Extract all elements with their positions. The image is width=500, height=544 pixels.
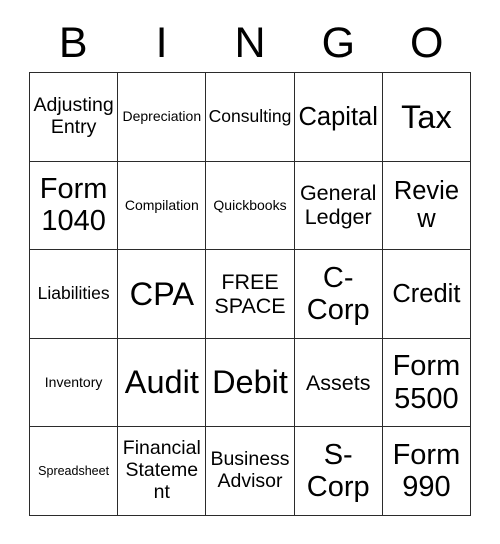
bingo-cell-label: General Ledger (299, 181, 377, 230)
bingo-cell[interactable]: S- Corp (294, 427, 383, 516)
bingo-cell[interactable]: Form 990 (382, 427, 472, 516)
bingo-cell-free-space[interactable]: FREE SPACE (206, 250, 295, 339)
bingo-row: Inventory Audit Debit Assets Form 5500 (30, 338, 472, 428)
bingo-cell[interactable]: Depreciation (118, 73, 207, 162)
bingo-header-row: BINGO (29, 14, 471, 72)
bingo-cell[interactable]: Audit (118, 338, 207, 428)
bingo-cell[interactable]: C- Corp (294, 250, 383, 339)
bingo-cell-label: Capital (298, 102, 378, 131)
bingo-cell-label: Form 5500 (392, 350, 461, 415)
bingo-column-letter-i: I (155, 18, 168, 67)
bingo-cell[interactable]: General Ledger (294, 161, 383, 251)
bingo-cell-label: CPA (129, 275, 195, 312)
bingo-cell[interactable]: Tax (382, 73, 472, 162)
bingo-cell-label: Form 990 (392, 438, 461, 504)
bingo-cell-label: FREE SPACE (214, 269, 286, 318)
bingo-cell[interactable]: Compilation (118, 161, 207, 251)
bingo-cell[interactable]: Quickbooks (206, 161, 295, 251)
bingo-cell-label: Review (393, 176, 460, 234)
bingo-row: Spreadsheet Financial Statement Business A… (30, 427, 472, 516)
bingo-cell[interactable]: Adjusting Entry (30, 73, 119, 162)
bingo-cell[interactable]: Business Advisor (206, 427, 295, 516)
bingo-cell-label: Consulting (208, 106, 292, 126)
bingo-cell-label: Business Advisor (210, 448, 290, 493)
bingo-cell[interactable]: Review (382, 161, 472, 251)
bingo-cell[interactable]: Spreadsheet (30, 427, 119, 516)
bingo-cell[interactable]: Financial Statement (118, 427, 207, 516)
bingo-cell-label: Depreciation (122, 107, 202, 124)
bingo-cell[interactable]: Credit (382, 250, 472, 339)
bingo-card: B I N G O Adjusting Entry Depreciation Consult… (29, 14, 472, 516)
bingo-column-letter-n: N (234, 18, 266, 67)
bingo-cell-label: Spreadsheet (38, 464, 110, 479)
bingo-cell-label: Audit (124, 364, 199, 401)
bingo-cell[interactable]: Form 1040 (30, 161, 119, 251)
bingo-cell-label: Quickbooks (213, 196, 287, 213)
bingo-cell-label: Form 1040 (39, 172, 108, 238)
bingo-cell-label: Tax (401, 98, 452, 135)
bingo-row: Liabilities CPA FREE SPACE C- Corp Credit (30, 250, 472, 339)
bingo-cell[interactable]: Form 5500 (382, 338, 472, 428)
bingo-cell-label: Financial Statement (122, 437, 201, 504)
bingo-column-letter-g: G (321, 18, 356, 67)
bingo-column-letter-b: B (58, 18, 88, 67)
bingo-cell-label: S- Corp (306, 438, 370, 504)
bingo-cell[interactable]: Debit (206, 338, 295, 428)
bingo-cell[interactable]: Consulting (206, 73, 295, 162)
bingo-column-letter-o: O (410, 18, 444, 67)
bingo-row: Form 1040 Compilation Quickbooks General Le… (30, 161, 472, 251)
bingo-cell[interactable]: Capital (294, 73, 383, 162)
bingo-cell-label: Liabilities (37, 283, 110, 304)
bingo-cell-label: Adjusting Entry (33, 93, 114, 138)
bingo-cell-label: Inventory (44, 373, 103, 390)
bingo-cell[interactable]: Liabilities (30, 250, 119, 339)
bingo-row: Adjusting Entry Depreciation Consulting Cap… (30, 73, 472, 162)
bingo-cell-label: Debit (212, 364, 288, 401)
bingo-cell-label: Compilation (124, 196, 199, 213)
bingo-grid: Adjusting Entry Depreciation Consulting Cap… (29, 72, 472, 516)
bingo-cell[interactable]: Assets (294, 338, 383, 428)
bingo-cell-label: Assets (305, 370, 371, 395)
bingo-cell[interactable]: Inventory (30, 338, 119, 428)
bingo-cell-label: C- Corp (306, 261, 370, 326)
bingo-cell-label: Credit (392, 279, 461, 308)
bingo-cell[interactable]: CPA (118, 250, 207, 339)
